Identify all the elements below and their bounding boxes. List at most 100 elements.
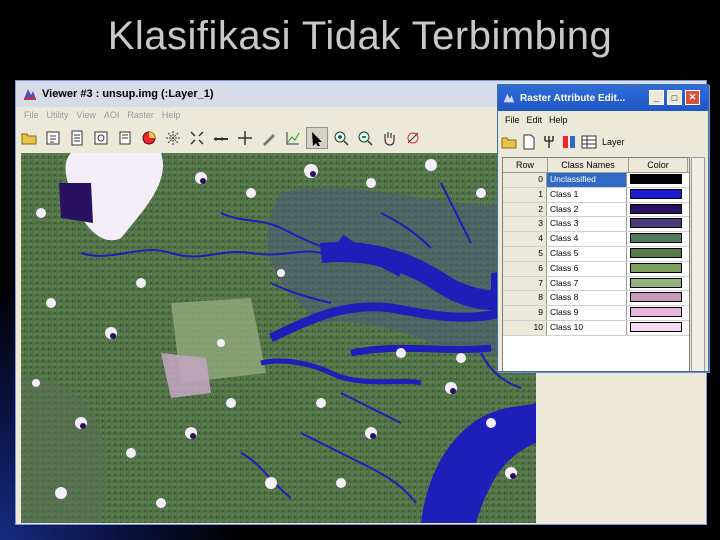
class-name-cell[interactable]: Unclassified — [547, 173, 627, 187]
color-cell[interactable] — [627, 203, 685, 217]
menu-edit[interactable]: Edit — [527, 115, 543, 125]
row-number: 2 — [503, 202, 547, 217]
class-name-cell[interactable]: Class 5 — [547, 246, 627, 261]
menu-view[interactable]: View — [77, 110, 96, 120]
class-name-cell[interactable]: Class 7 — [547, 276, 627, 291]
erdas-app-icon — [24, 89, 36, 100]
color-swatch[interactable] — [630, 203, 682, 214]
arrow-select-icon[interactable] — [306, 127, 328, 149]
class-name-cell[interactable]: Class 10 — [547, 320, 627, 335]
color-cell[interactable] — [627, 291, 685, 305]
color-cell[interactable] — [627, 262, 685, 276]
table-row[interactable]: 0 Unclassified — [503, 173, 689, 188]
columns-icon[interactable] — [560, 133, 578, 151]
class-name-cell[interactable]: Class 6 — [547, 261, 627, 276]
header-color[interactable]: Color — [629, 158, 688, 172]
vertical-scrollbar[interactable] — [691, 157, 705, 371]
menu-aoi[interactable]: AOI — [104, 110, 120, 120]
layer-info-icon[interactable] — [42, 127, 64, 149]
row-number: 5 — [503, 246, 547, 261]
class-name-cell[interactable]: Class 2 — [547, 202, 627, 217]
color-cell[interactable] — [627, 321, 685, 335]
table-row[interactable]: 5 Class 5 — [503, 246, 689, 262]
table-row[interactable]: 3 Class 3 — [503, 217, 689, 233]
color-swatch[interactable] — [630, 174, 682, 184]
menu-file[interactable]: File — [505, 115, 520, 125]
class-name-cell[interactable]: Class 4 — [547, 232, 627, 246]
fork-icon[interactable] — [540, 133, 558, 151]
table-row[interactable]: 9 Class 9 — [503, 306, 689, 321]
zoom-box-icon[interactable] — [90, 127, 112, 149]
header-row[interactable]: Row — [503, 158, 548, 172]
color-swatch[interactable] — [630, 233, 682, 244]
class-name-cell[interactable]: Class 3 — [547, 217, 627, 232]
color-cell[interactable] — [627, 232, 685, 246]
table-icon[interactable] — [580, 133, 598, 151]
menu-help[interactable]: Help — [162, 110, 181, 120]
rae-toolbar: Layer — [498, 131, 708, 153]
link-icon[interactable] — [402, 127, 424, 149]
table-row[interactable]: 2 Class 2 — [503, 202, 689, 218]
classified-image — [21, 153, 536, 523]
color-swatch[interactable] — [630, 218, 682, 229]
edit-icon[interactable] — [258, 127, 280, 149]
menu-help[interactable]: Help — [549, 115, 568, 125]
erdas-app-icon — [503, 93, 515, 103]
row-number: 8 — [503, 291, 547, 306]
row-number: 3 — [503, 217, 547, 232]
color-cell[interactable] — [627, 188, 685, 202]
header-class-names[interactable]: Class Names — [548, 158, 629, 172]
table-row[interactable]: 1 Class 1 — [503, 187, 689, 203]
pan-hand-icon[interactable] — [378, 127, 400, 149]
color-swatch[interactable] — [630, 277, 682, 288]
color-swatch[interactable] — [630, 307, 682, 318]
table-row[interactable]: 8 Class 8 — [503, 291, 689, 307]
menu-file[interactable]: File — [24, 110, 39, 120]
zoom-out-icon[interactable] — [354, 127, 376, 149]
table-row[interactable]: 10 Class 10 — [503, 320, 689, 336]
pie-icon[interactable] — [138, 127, 160, 149]
color-swatch[interactable] — [630, 262, 682, 273]
color-cell[interactable] — [627, 217, 685, 231]
row-number: 7 — [503, 276, 547, 291]
print-icon[interactable] — [66, 127, 88, 149]
color-cell[interactable] — [627, 247, 685, 261]
color-swatch[interactable] — [630, 188, 682, 199]
color-cell[interactable] — [627, 173, 685, 187]
row-number: 6 — [503, 261, 547, 276]
table-header: Row Class Names Color — [503, 158, 689, 173]
color-swatch[interactable] — [630, 247, 682, 258]
color-cell[interactable] — [627, 277, 685, 291]
close-button[interactable]: ✕ — [685, 90, 700, 105]
row-number: 4 — [503, 232, 547, 246]
zoom-in-icon[interactable] — [330, 127, 352, 149]
ruler-icon[interactable] — [210, 127, 232, 149]
row-number: 9 — [503, 306, 547, 320]
open-folder-icon[interactable] — [500, 133, 518, 151]
crosshair-icon[interactable] — [234, 127, 256, 149]
menu-raster[interactable]: Raster — [127, 110, 154, 120]
minimize-button[interactable]: _ — [649, 90, 664, 105]
roam-icon[interactable] — [162, 127, 184, 149]
rae-menubar: File Edit Help — [498, 111, 708, 129]
maximize-button[interactable]: □ — [667, 90, 682, 105]
layer-label[interactable]: Layer — [602, 137, 625, 147]
page-icon[interactable] — [520, 133, 538, 151]
profile-icon[interactable] — [282, 127, 304, 149]
scale-icon[interactable] — [186, 127, 208, 149]
row-number: 1 — [503, 187, 547, 202]
menu-utility[interactable]: Utility — [47, 110, 69, 120]
class-name-cell[interactable]: Class 8 — [547, 291, 627, 306]
table-row[interactable]: 6 Class 6 — [503, 261, 689, 277]
color-swatch[interactable] — [630, 321, 682, 332]
raster-image-canvas[interactable] — [21, 153, 536, 523]
magnify-icon[interactable] — [114, 127, 136, 149]
rae-title: Raster Attribute Edit... — [520, 92, 626, 104]
open-folder-icon[interactable] — [18, 127, 40, 149]
table-row[interactable]: 7 Class 7 — [503, 276, 689, 292]
class-name-cell[interactable]: Class 1 — [547, 187, 627, 202]
color-cell[interactable] — [627, 306, 685, 320]
table-row[interactable]: 4 Class 4 — [503, 232, 689, 247]
color-swatch[interactable] — [630, 292, 682, 303]
class-name-cell[interactable]: Class 9 — [547, 306, 627, 320]
